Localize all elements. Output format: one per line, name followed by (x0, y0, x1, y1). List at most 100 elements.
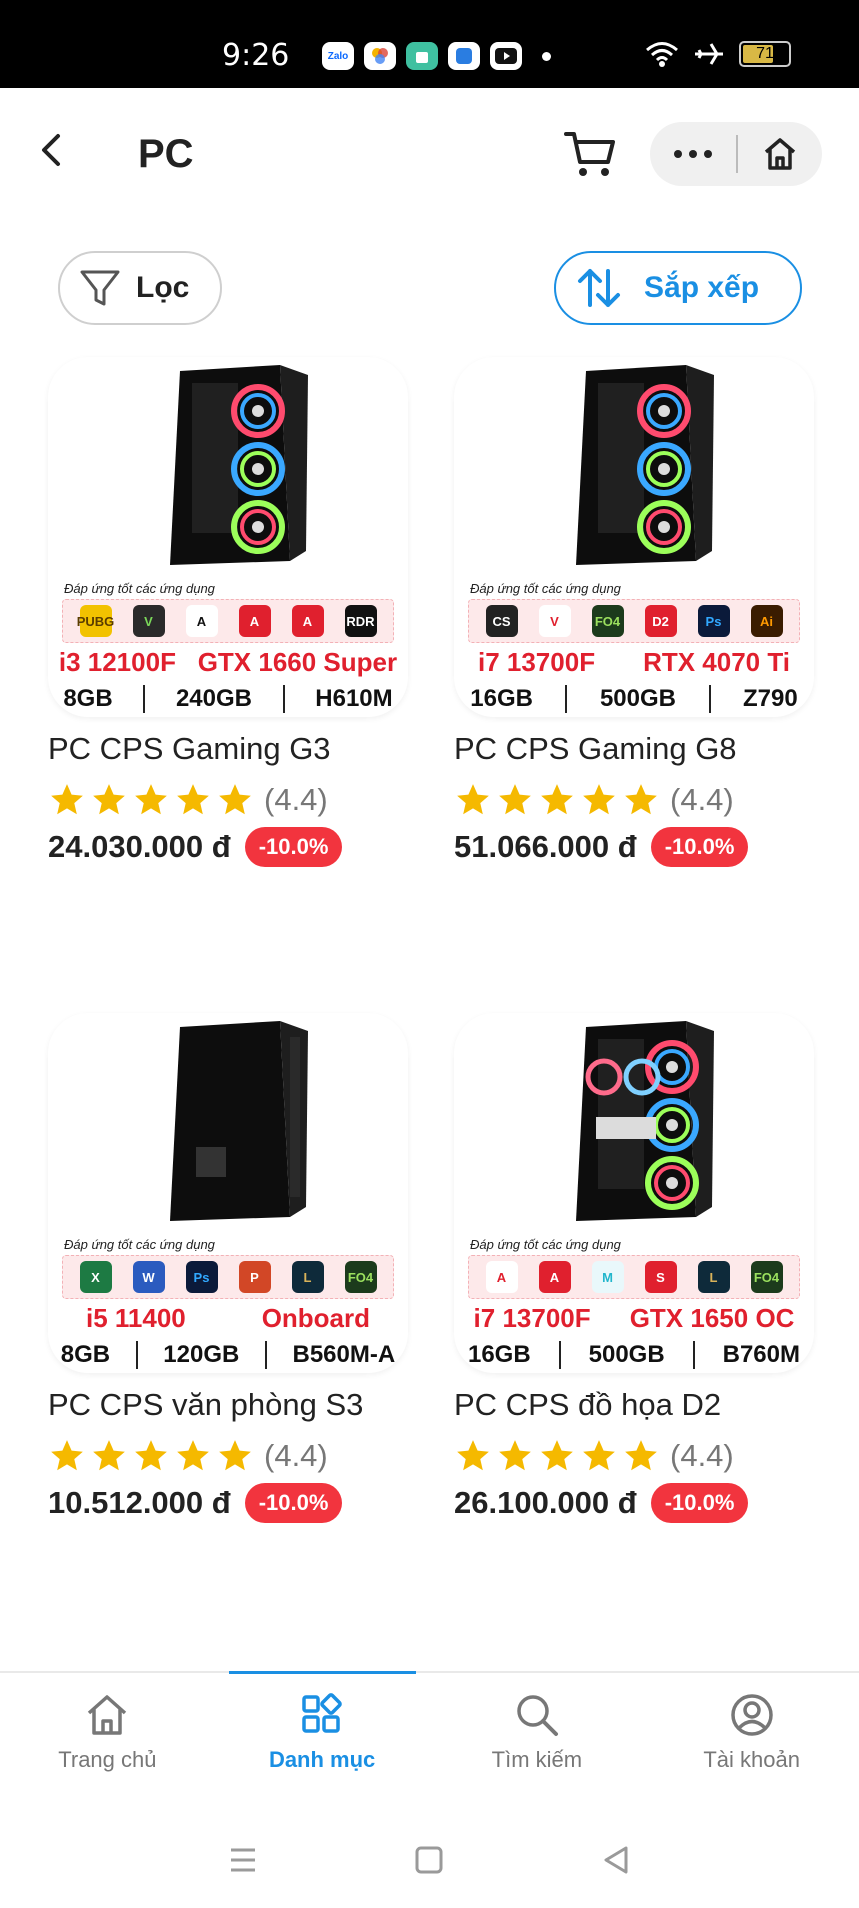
product-name[interactable]: PC CPS đồ họa D2 (454, 1387, 814, 1423)
page-title: PC (138, 132, 194, 176)
tab-home[interactable]: Trang chủ (0, 1673, 215, 1811)
supported-apps-row: CS V FO4 D2 Ps Ai (468, 599, 800, 643)
product-price: 10.512.000 đ (48, 1485, 231, 1520)
star-icon (625, 1440, 657, 1471)
discount-badge: -10.0% (650, 827, 749, 867)
star-icon (177, 1440, 209, 1471)
gpu-spec: GTX 1660 Super (197, 647, 398, 677)
product-card[interactable]: Đáp ứng tốt các ứng dụng CS V FO4 D2 Ps Ai i7 1… (454, 357, 814, 867)
star-icon (219, 1440, 251, 1471)
zalo-icon: Zalo (322, 42, 354, 70)
discount-badge: -10.0% (244, 827, 343, 867)
home-button[interactable] (738, 134, 822, 174)
product-rating: (4.4) (454, 1437, 814, 1475)
memory-specs: 16GB 500GB B760M (454, 1341, 814, 1369)
triangle-back-icon[interactable] (598, 1842, 634, 1878)
square-home-icon[interactable] (411, 1842, 447, 1878)
star-icon (499, 784, 531, 815)
app-logo-icon: Ai (750, 605, 783, 637)
board-spec: H610M (315, 685, 393, 712)
menu-icon[interactable] (225, 1842, 261, 1878)
tab-search[interactable]: Tìm kiếm (430, 1673, 645, 1811)
status-system-icons: 71 (645, 40, 791, 68)
discount-badge: -10.0% (244, 1483, 343, 1523)
photos-icon (364, 42, 396, 70)
battery-level: 71 (756, 45, 774, 62)
apps-caption: Đáp ứng tốt các ứng dụng (64, 581, 215, 596)
spec-divider (264, 1341, 267, 1369)
product-name[interactable]: PC CPS Gaming G8 (454, 731, 814, 767)
board-spec: B560M-A (292, 1341, 396, 1368)
ram-spec: 8GB (60, 1341, 111, 1368)
account-icon (730, 1694, 773, 1736)
airplane-icon (695, 43, 723, 65)
star-icon (135, 1440, 167, 1471)
product-image[interactable]: Đáp ứng tốt các ứng dụng CS V FO4 D2 Ps Ai i7 1… (454, 357, 814, 717)
bottom-tab-bar: Trang chủ Danh mục Tìm kiếm Tài khoản (0, 1671, 859, 1811)
more-options-button[interactable] (650, 150, 736, 158)
storage-spec: 500GB (599, 685, 676, 712)
product-price: 24.030.000 đ (48, 829, 231, 864)
app-logo-icon: D2 (644, 605, 677, 637)
star-icon (457, 784, 489, 815)
product-image[interactable]: Đáp ứng tốt các ứng dụng X W Ps P L FO4 i5 1140… (48, 1013, 408, 1373)
product-card[interactable]: Đáp ứng tốt các ứng dụng PUBG V A A A RDR i3 12… (48, 357, 408, 867)
app-logo-icon: FO4 (344, 1261, 377, 1293)
spec-divider (143, 685, 146, 713)
cpu-gpu-specs: i7 13700F GTX 1650 OC (454, 1303, 814, 1334)
app-logo-icon: V (132, 605, 165, 637)
pc-case-image (170, 365, 308, 565)
product-image[interactable]: Đáp ứng tốt các ứng dụng PUBG V A A A RDR i3 12… (48, 357, 408, 717)
tab-category[interactable]: Danh mục (215, 1671, 430, 1811)
spec-divider (565, 685, 568, 713)
mini-app-capsule (650, 122, 822, 186)
cart-icon[interactable] (562, 126, 618, 182)
product-name[interactable]: PC CPS Gaming G3 (48, 731, 408, 767)
rating-score: (4.4) (264, 1438, 328, 1473)
app-logo-icon: V (538, 605, 571, 637)
star-icon (177, 784, 209, 815)
star-icon (93, 784, 125, 815)
spec-divider (282, 685, 285, 713)
app-logo-icon: Ps (185, 1261, 218, 1293)
app-logo-icon: L (697, 1261, 730, 1293)
cpu-spec: i3 12100F (58, 647, 176, 677)
memory-specs: 16GB 500GB Z790 (454, 685, 814, 713)
product-price: 51.066.000 đ (454, 829, 637, 864)
supported-apps-row: PUBG V A A A RDR (62, 599, 394, 643)
product-price: 26.100.000 đ (454, 1485, 637, 1520)
tab-home-label: Trang chủ (58, 1747, 157, 1772)
filter-label: Lọc (136, 271, 190, 304)
product-card[interactable]: Đáp ứng tốt các ứng dụng A A M S L FO4 i7 13700… (454, 1013, 814, 1523)
tab-category-label: Danh mục (268, 1747, 376, 1772)
star-icon (541, 1440, 573, 1471)
product-image[interactable]: Đáp ứng tốt các ứng dụng A A M S L FO4 i7 13700… (454, 1013, 814, 1373)
back-button[interactable] (34, 130, 70, 170)
star-icon (583, 1440, 615, 1471)
gpu-spec: GTX 1650 OC (629, 1303, 795, 1333)
cpu-spec: i7 13700F (477, 647, 596, 677)
sort-button[interactable]: Sắp xếp (554, 251, 802, 325)
product-name[interactable]: PC CPS văn phòng S3 (48, 1387, 408, 1423)
board-spec: B760M (722, 1341, 800, 1368)
star-icon (219, 784, 251, 815)
wifi-icon (646, 42, 678, 67)
star-icon (135, 784, 167, 815)
star-icon (499, 1440, 531, 1471)
pc-case-image (576, 1021, 714, 1221)
app-logo-icon: S (644, 1261, 677, 1293)
app-logo-icon: FO4 (591, 605, 624, 637)
cpu-spec: i5 11400 (85, 1303, 186, 1333)
tab-search-label: Tìm kiếm (491, 1747, 583, 1772)
product-card[interactable]: Đáp ứng tốt các ứng dụng X W Ps P L FO4 i5 1140… (48, 1013, 408, 1523)
app-logo-icon: RDR (344, 605, 377, 637)
filter-button[interactable]: Lọc (58, 251, 222, 325)
supported-apps-row: X W Ps P L FO4 (62, 1255, 394, 1299)
spec-divider (708, 685, 711, 713)
app-logo-icon: CS (485, 605, 518, 637)
product-rating: (4.4) (48, 781, 408, 819)
apps-caption: Đáp ứng tốt các ứng dụng (64, 1237, 215, 1252)
storage-spec: 120GB (163, 1341, 240, 1368)
tab-account[interactable]: Tài khoản (644, 1673, 859, 1811)
sort-label: Sắp xếp (644, 271, 760, 304)
